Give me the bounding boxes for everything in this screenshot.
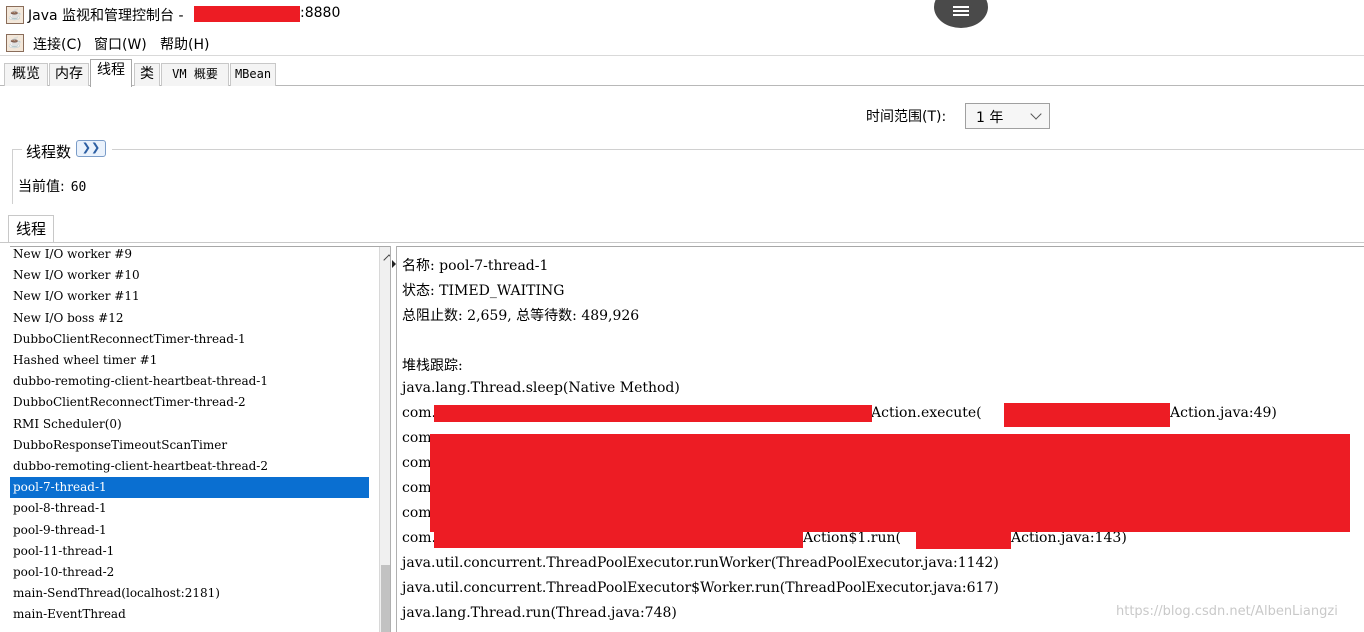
menu-bar: ☕ 连接(C) 窗口(W) 帮助(H) <box>0 30 1364 56</box>
redaction-block <box>194 6 300 22</box>
redaction-block <box>1004 403 1170 427</box>
title-bar: ☕ Java 监视和管理控制台 - :8880 <box>0 0 1364 30</box>
thread-list-item[interactable]: main-EventThread <box>10 604 369 625</box>
current-value-label: 当前值: <box>18 179 65 195</box>
redaction-block <box>434 531 803 548</box>
thread-list-item[interactable]: pool-7-thread-1 <box>10 477 369 499</box>
thread-list-item[interactable]: Hashed wheel timer #1 <box>10 350 369 371</box>
thread-state: 状态: TIMED_WAITING <box>402 283 565 299</box>
scroll-thumb[interactable] <box>381 565 390 632</box>
stack-frame: java.util.concurrent.ThreadPoolExecutor.… <box>402 555 999 571</box>
thread-list-item[interactable]: main-SendThread(localhost:2181) <box>10 583 369 604</box>
stack-frame: java.util.concurrent.ThreadPoolExecutor$… <box>402 580 999 596</box>
watermark: https://blog.csdn.net/AlbenLiangzi <box>1116 604 1338 619</box>
time-range-select[interactable]: 1 年 <box>965 103 1050 129</box>
thread-list-item[interactable]: pool-11-thread-1 <box>10 541 369 562</box>
menu-window[interactable]: 窗口(W) <box>94 34 147 54</box>
hamburger-icon[interactable] <box>934 0 988 28</box>
group-border <box>12 149 13 204</box>
tab-memory[interactable]: 内存 <box>49 63 89 86</box>
tab-vm-summary[interactable]: VM 概要 <box>161 63 229 86</box>
split-arrow-icon[interactable] <box>392 260 396 268</box>
redaction-block <box>916 531 1011 549</box>
split-divider[interactable] <box>390 246 397 632</box>
tab-threads[interactable]: 线程 <box>90 59 132 87</box>
tab-mbean[interactable]: MBean <box>230 63 276 86</box>
thread-list-item[interactable]: New I/O worker #11 <box>10 286 369 307</box>
tab-overview[interactable]: 概览 <box>4 63 48 86</box>
thread-count-title: 线程数 <box>23 141 75 162</box>
thread-details: 名称: pool-7-thread-1 状态: TIMED_WAITING 总阻… <box>397 246 1364 632</box>
scroll-up-icon[interactable] <box>383 254 390 266</box>
stack-frame: com. <box>402 405 436 421</box>
redaction-block <box>430 434 1350 532</box>
current-value: 当前值: 60 <box>18 176 86 196</box>
stack-frame: java.lang.Thread.run(Thread.java:748) <box>402 605 677 621</box>
thread-list-item[interactable]: New I/O worker #9 <box>10 247 369 265</box>
time-range-value: 1 年 <box>976 110 1004 126</box>
tab-thread-list[interactable]: 线程 <box>8 215 54 243</box>
group-border <box>112 149 1364 150</box>
thread-list-item[interactable]: DubboClientReconnectTimer-thread-2 <box>10 392 369 413</box>
thread-list-item[interactable]: DubboClientReconnectTimer-thread-1 <box>10 329 369 350</box>
thread-list-item[interactable]: RMI Scheduler(0) <box>10 414 369 435</box>
stack-frame: Action.java:49) <box>1170 405 1277 421</box>
menu-help[interactable]: 帮助(H) <box>160 34 209 54</box>
stack-frame: Action.execute( <box>871 405 982 421</box>
thread-list-item[interactable]: dubbo-remoting-client-heartbeat-thread-2 <box>10 456 369 477</box>
stack-frame: Action.java:143) <box>1011 530 1127 546</box>
group-border <box>12 149 22 150</box>
divider <box>0 242 1364 243</box>
stack-frame: com. <box>402 530 436 546</box>
window-title: Java 监视和管理控制台 - <box>28 8 184 24</box>
time-range-label: 时间范围(T): <box>866 109 947 125</box>
thread-counts: 总阻止数: 2,659, 总等待数: 489,926 <box>402 308 640 324</box>
redaction-block <box>434 405 872 422</box>
thread-list-item[interactable]: pool-9-thread-1 <box>10 520 369 541</box>
java-icon: ☕ <box>6 6 24 24</box>
current-value-number: 60 <box>70 180 87 195</box>
thread-list-item[interactable]: DubboResponseTimeoutScanTimer <box>10 435 369 456</box>
collapse-icon[interactable]: ❯❯ <box>76 140 106 157</box>
tab-classes[interactable]: 类 <box>134 63 160 86</box>
thread-list-item[interactable]: New I/O boss #12 <box>10 308 369 329</box>
thread-list-item[interactable]: pool-8-thread-1 <box>10 498 369 519</box>
stack-frame: java.lang.Thread.sleep(Native Method) <box>402 380 680 396</box>
java-icon: ☕ <box>6 34 24 52</box>
thread-list-item[interactable]: New I/O worker #10 <box>10 265 369 286</box>
window-port: :8880 <box>300 5 341 21</box>
thread-list-item[interactable]: dubbo-remoting-client-heartbeat-thread-1 <box>10 371 369 392</box>
scrollbar[interactable] <box>379 247 390 632</box>
menu-connection[interactable]: 连接(C) <box>33 34 82 54</box>
stack-frame: Action$1.run( <box>803 530 901 546</box>
thread-name: 名称: pool-7-thread-1 <box>402 258 549 274</box>
thread-list-item[interactable]: pool-10-thread-2 <box>10 562 369 583</box>
thread-list[interactable]: New I/O worker #9 New I/O worker #10 New I… <box>10 246 390 632</box>
main-tab-bar: 概览 内存 线程 类 VM 概要 MBean <box>0 57 1364 87</box>
chevron-down-icon <box>1030 108 1042 120</box>
stack-trace-label: 堆栈跟踪: <box>402 358 463 374</box>
